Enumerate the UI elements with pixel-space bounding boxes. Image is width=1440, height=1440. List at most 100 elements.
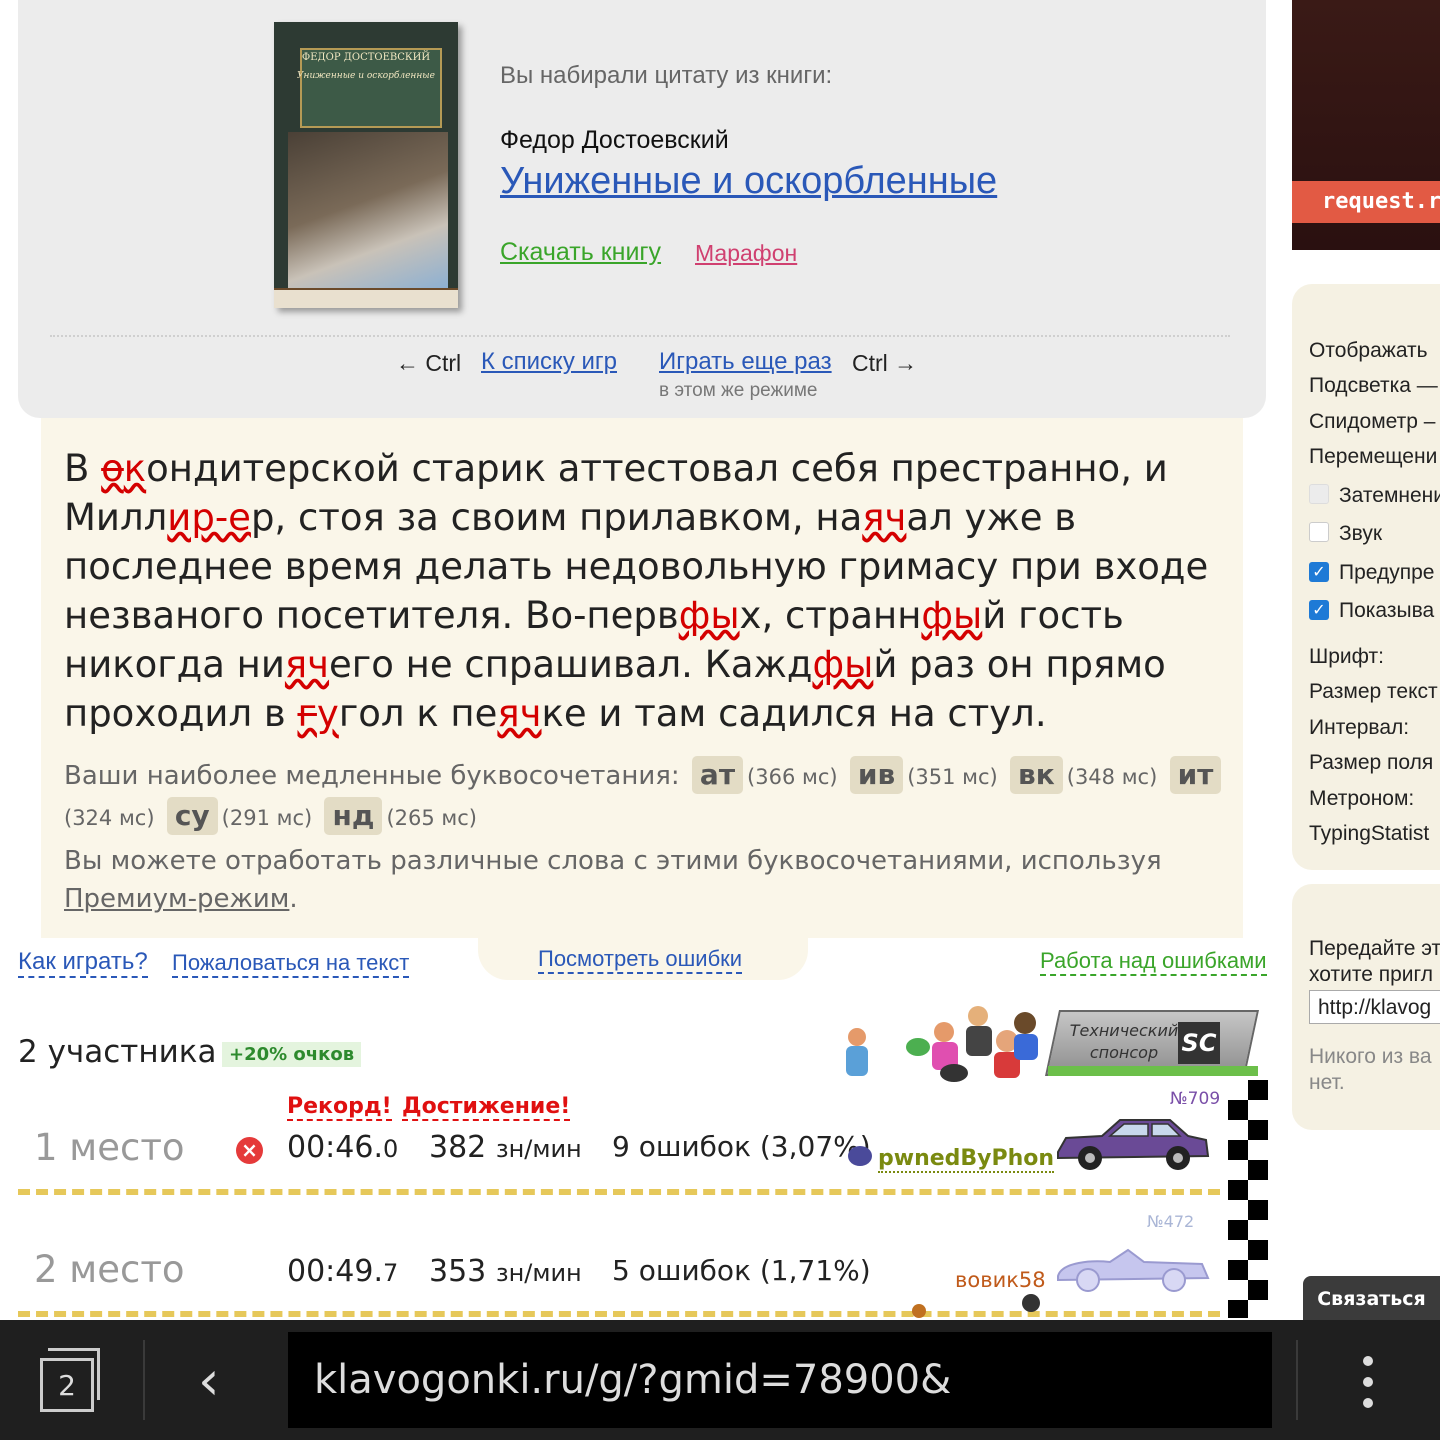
player-errors: 5 ошибок (1,71%) [612,1254,871,1287]
avatar-icon [848,1146,872,1166]
player-speed: 353 зн/мин [429,1254,582,1289]
time-fraction: 7 [383,1259,399,1287]
combo-time: (351 мс) [907,765,998,789]
setting-interval[interactable]: Интервал: [1309,716,1409,740]
setting-font[interactable]: Шрифт: [1309,645,1384,669]
spectator-figure [848,1028,866,1046]
display-checkbox[interactable]: ✓ [1309,600,1329,620]
setting-highlight[interactable]: Подсветка — [1309,374,1438,398]
typo: ир-е [167,496,251,539]
player-speed: 382 зн/мин [429,1130,582,1165]
car-number: №472 [1147,1212,1195,1231]
more-menu-icon[interactable] [1356,1352,1380,1412]
share-text: Передайте эт хотите пригл [1309,936,1440,988]
book-title-link[interactable]: Униженные и оскорбленные [500,160,997,203]
quote-label: Вы набирали цитату из книги: [500,62,833,89]
combo-time: (324 мс) [64,806,155,830]
spectator-figure [940,1064,968,1082]
close-icon[interactable]: × [236,1137,263,1164]
player-time: 00:46.0 [287,1130,398,1165]
share-text-line: хотите пригл [1309,963,1433,986]
download-book-link[interactable]: Скачать книгу [500,238,661,267]
participants-count: 2 участника [18,1034,217,1070]
speed-unit: зн/мин [495,1259,582,1287]
cover-title: Униженные и оскорбленные [297,71,435,81]
combo-time: (291 мс) [221,806,313,830]
setting-display: Показыва [1339,599,1435,622]
premium-end: . [289,884,298,914]
achievement-label[interactable]: Достижение! [402,1094,571,1121]
car-number: №709 [1170,1089,1221,1109]
marathon-link[interactable]: Марафон [695,240,797,267]
slow-combos-line: Ваши наиболее медленные буквосочетания: … [64,756,1234,838]
combo-badge: вк [1010,756,1063,794]
setting-show[interactable]: Отображать [1309,339,1428,363]
divider [50,335,1230,337]
typo: ок [101,447,147,490]
player-name-link[interactable]: pwnedByPhon [878,1146,1055,1173]
sponsor-text: Технический спонсор [1069,1021,1179,1062]
setting-speedometer[interactable]: Спидометр – [1309,410,1435,434]
setting-text-size[interactable]: Размер текст [1309,680,1438,704]
premium-text: Вы можете отработать различные слова с э… [64,846,1162,876]
sponsor-grass [1048,1066,1258,1076]
typo: яч [497,692,542,735]
spectator-figure [968,1006,988,1026]
contact-button[interactable]: Связаться [1303,1276,1440,1322]
warn-checkbox[interactable]: ✓ [1309,562,1329,582]
address-bar[interactable]: klavogonki.ru/g/?gmid=78900& [288,1332,1272,1428]
how-to-play-link[interactable]: Как играть? [18,948,148,978]
tab-count: 2 [40,1358,94,1412]
report-text-link[interactable]: Пожаловаться на текст [172,950,410,978]
premium-mode-link[interactable]: Премиум-режим [64,884,289,914]
combo-badge: нд [324,797,383,835]
combo-badge: ив [849,756,904,794]
spectator-figure [1014,1012,1036,1034]
play-again-link[interactable]: Играть еще раз [659,348,832,376]
sound-checkbox[interactable] [1309,522,1329,542]
car-icon [1057,1248,1210,1292]
spectator-figure [934,1022,954,1042]
finish-flag [1228,1080,1268,1318]
combo-badge: ат [691,756,744,794]
race-lane [18,1189,1220,1195]
record-label[interactable]: Рекорд! [287,1094,392,1121]
tabs-button[interactable]: 2 [40,1348,104,1412]
ad-label[interactable]: request.ru [1292,181,1440,223]
to-games-list-link[interactable]: К списку игр [481,348,617,376]
speed-value: 382 [429,1130,487,1165]
share-url-input[interactable]: http://klavog [1309,990,1440,1024]
dim-checkbox[interactable] [1309,484,1329,504]
setting-metronome[interactable]: Метроном: [1309,787,1414,811]
cover-author: ФЕДОР ДОСТОЕВСКИЙ [301,52,431,63]
same-mode-note: в этом же режиме [659,380,818,401]
setting-warn: Предупре [1339,561,1435,584]
toolbar-separator [1296,1340,1298,1420]
cover-pages [274,288,458,308]
spectator-figure [912,1304,926,1318]
book-cover-image[interactable]: ФЕДОР ДОСТОЕВСКИЙ Униженные и оскорбленн… [274,22,458,308]
player-errors: 9 ошибок (3,07%) [612,1130,871,1163]
view-errors-link[interactable]: Посмотреть ошибки [538,946,743,974]
typo: яч [862,496,907,539]
combo-time: (265 мс) [386,806,477,830]
race-lane [18,1311,1220,1317]
error-work-link[interactable]: Работа над ошибками [1040,948,1267,976]
speed-value: 353 [429,1254,487,1289]
combo-badge: ит [1169,756,1222,794]
setting-movement[interactable]: Перемещени [1309,445,1437,469]
player-time: 00:49.7 [287,1254,398,1289]
typo: фы [678,594,740,637]
cover-illustration [288,132,448,288]
bonus-badge: +20% очков [222,1042,362,1067]
back-chevron-icon[interactable]: ‹ [198,1346,238,1416]
player-name-link[interactable]: вовик58 [955,1268,1046,1292]
nobody-text: Никого из ва нет. [1309,1044,1440,1096]
car-icon [1057,1119,1210,1170]
slow-combos-label: Ваши наиболее медленные буквосочетания: [64,761,680,791]
speed-unit: зн/мин [495,1135,582,1163]
time-fraction: 0 [383,1135,399,1163]
setting-typing-stats[interactable]: TypingStatist [1309,822,1429,846]
nobody-line: нет. [1309,1071,1345,1094]
setting-field-size[interactable]: Размер поля [1309,751,1433,775]
